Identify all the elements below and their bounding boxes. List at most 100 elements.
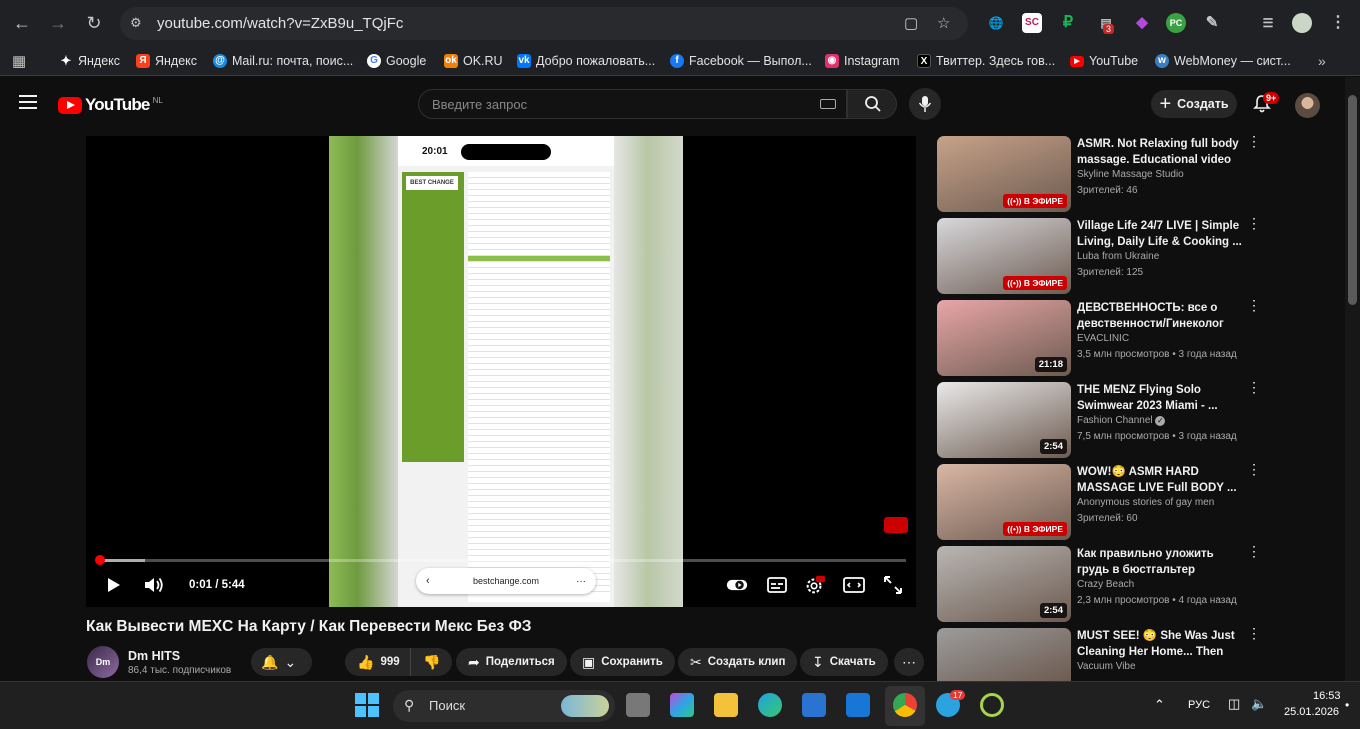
download-button[interactable]: ↧ Скачать: [800, 648, 888, 676]
menu-kebab-icon[interactable]: ⋮: [1328, 13, 1348, 33]
channel-name[interactable]: Dm HITS: [128, 649, 180, 663]
m365-icon[interactable]: [670, 693, 694, 717]
recommended-channel[interactable]: Anonymous stories of gay men: [1077, 497, 1214, 508]
chrome-icon[interactable]: [893, 693, 917, 717]
bookmark-star-icon[interactable]: ☆: [937, 14, 950, 32]
recommended-channel[interactable]: Fashion Channel ✓: [1077, 415, 1166, 426]
video-player[interactable]: 20:01 BEST CHANGE ‹ bestchange.com ··· 0…: [86, 136, 916, 607]
bookmark-ok[interactable]: ok OK.RU: [444, 53, 503, 69]
bookmark-google[interactable]: G Google: [367, 53, 426, 69]
app-ring-icon[interactable]: [980, 693, 1004, 717]
recommended-channel[interactable]: EVACLINIC: [1077, 333, 1129, 344]
search-input[interactable]: Введите запрос: [418, 89, 847, 119]
reload-icon[interactable]: ↻: [83, 12, 105, 34]
video-thumbnail[interactable]: 21:18: [937, 300, 1071, 376]
fullscreen-icon[interactable]: [882, 574, 904, 596]
more-vertical-icon[interactable]: ⋮: [1247, 544, 1261, 558]
recommended-title[interactable]: Village Life 24/7 LIVE | Simple Living, …: [1077, 218, 1245, 250]
share-button[interactable]: ➦ Поделиться: [456, 648, 567, 676]
subscription-bell-button[interactable]: 🔔 ⌄: [251, 648, 312, 676]
network-icon[interactable]: ◫: [1228, 696, 1240, 712]
like-button[interactable]: 👍 999: [345, 648, 410, 676]
forward-icon[interactable]: →: [47, 12, 69, 34]
recommended-video[interactable]: 21:18 ДЕВСТВЕННОСТЬ: все о девственности…: [937, 298, 1267, 378]
puzzle-extensions-icon[interactable]: ✎: [1202, 13, 1222, 33]
progress-scrubber-handle[interactable]: [95, 555, 105, 565]
channel-avatar[interactable]: Dm: [87, 646, 119, 678]
recommended-channel[interactable]: Crazy Beach: [1077, 579, 1134, 590]
clip-button[interactable]: ✂ Создать клип: [678, 648, 798, 676]
address-bar[interactable]: ⚙ youtube.com/watch?v=ZxB9u_TQjFc ▢ ☆: [120, 7, 968, 40]
notification-center-icon[interactable]: •: [1345, 698, 1349, 712]
more-vertical-icon[interactable]: ⋮: [1247, 626, 1261, 640]
recommended-channel[interactable]: Skyline Massage Studio: [1077, 169, 1184, 180]
search-button[interactable]: [847, 89, 897, 119]
media-control-icon[interactable]: ☰: [1258, 13, 1278, 33]
recommended-title[interactable]: THE MENZ Flying Solo Swimwear 2023 Miami…: [1077, 382, 1245, 414]
voice-search-button[interactable]: [909, 88, 941, 120]
tray-overflow-icon[interactable]: ⌃: [1154, 697, 1165, 713]
speaker-icon[interactable]: 🔈: [1251, 696, 1267, 712]
video-thumbnail[interactable]: ((•)) В ЭФИРЕ: [937, 136, 1071, 212]
pc-extension-icon[interactable]: PC: [1166, 13, 1186, 33]
subtitles-icon[interactable]: [766, 574, 788, 596]
settings-gear-icon[interactable]: [804, 574, 826, 596]
address-url[interactable]: youtube.com/watch?v=ZxB9u_TQjFc: [157, 15, 403, 32]
volume-icon[interactable]: [143, 576, 165, 594]
recommended-title[interactable]: MUST SEE! 😳 She Was Just Cleaning Her Ho…: [1077, 628, 1245, 660]
account-avatar[interactable]: [1295, 93, 1320, 118]
taskbar-search[interactable]: ⚲ Поиск: [393, 690, 615, 722]
language-indicator[interactable]: РУС: [1188, 699, 1210, 711]
autoplay-toggle-icon[interactable]: [726, 574, 748, 596]
site-info-icon[interactable]: ⚙: [130, 15, 146, 31]
bookmark-yandex-1[interactable]: ✦ Яндекс: [59, 53, 121, 69]
bookmark-webmoney[interactable]: w WebMoney — сист...: [1155, 53, 1291, 69]
more-vertical-icon[interactable]: ⋮: [1247, 298, 1261, 312]
apps-grid-icon[interactable]: ▦: [12, 53, 26, 70]
recommended-video[interactable]: 2:54 Как правильно уложить грудь в бюстг…: [937, 544, 1267, 624]
bookmark-youtube[interactable]: ▶ YouTube: [1070, 53, 1138, 69]
page-scrollbar[interactable]: [1345, 77, 1360, 681]
bookmark-vk[interactable]: vk Добро пожаловать...: [517, 53, 655, 69]
video-thumbnail[interactable]: 2:54: [937, 546, 1071, 622]
outlook-icon[interactable]: [846, 693, 870, 717]
keyboard-icon[interactable]: [820, 99, 836, 109]
profile-icon[interactable]: [1292, 13, 1312, 33]
recommended-video[interactable]: MUST SEE! 😳 She Was Just Cleaning Her Ho…: [937, 626, 1267, 681]
more-vertical-icon[interactable]: ⋮: [1247, 134, 1261, 148]
save-button[interactable]: ▣ Сохранить: [570, 648, 675, 676]
recommended-title[interactable]: WOW!😳 ASMR HARD MASSAGE LIVE Full BODY .…: [1077, 464, 1245, 496]
recommended-video[interactable]: ((•)) В ЭФИРЕ Village Life 24/7 LIVE | S…: [937, 216, 1267, 296]
ruble-extension-icon[interactable]: ₽: [1058, 13, 1078, 33]
windows-start-icon[interactable]: [355, 693, 379, 717]
create-button[interactable]: + Создать: [1151, 90, 1237, 118]
guide-menu-icon[interactable]: [19, 95, 37, 109]
more-vertical-icon[interactable]: ⋮: [1247, 216, 1261, 230]
recommended-video[interactable]: ((•)) В ЭФИРЕ WOW!😳 ASMR HARD MASSAGE LI…: [937, 462, 1267, 542]
video-thumbnail[interactable]: ((•)) В ЭФИРЕ: [937, 218, 1071, 294]
edge-icon[interactable]: [758, 693, 782, 717]
progress-bar[interactable]: [96, 559, 906, 562]
recommended-video[interactable]: ((•)) В ЭФИРЕ ASMR. Not Relaxing full bo…: [937, 134, 1267, 214]
bookmark-mailru[interactable]: @ Mail.ru: почта, поис...: [213, 53, 353, 69]
file-explorer-icon[interactable]: [714, 693, 738, 717]
install-app-icon[interactable]: ▢: [904, 14, 918, 32]
more-vertical-icon[interactable]: ⋮: [1247, 380, 1261, 394]
recommended-title[interactable]: ДЕВСТВЕННОСТЬ: все о девственности/Гинек…: [1077, 300, 1245, 332]
recommended-video[interactable]: 2:54 THE MENZ Flying Solo Swimwear 2023 …: [937, 380, 1267, 460]
bookmark-instagram[interactable]: ◉ Instagram: [825, 53, 900, 69]
clock-date[interactable]: 25.01.2026: [1284, 706, 1339, 718]
youtube-logo[interactable]: YouTube NL: [58, 95, 163, 115]
bookmark-facebook[interactable]: f Facebook — Выпол...: [670, 53, 812, 69]
video-thumbnail[interactable]: 2:54: [937, 382, 1071, 458]
sc-extension-icon[interactable]: SC: [1022, 13, 1042, 33]
dislike-button[interactable]: 👎: [410, 648, 453, 676]
play-icon[interactable]: [105, 577, 121, 593]
more-actions-button[interactable]: ⋯: [894, 648, 924, 676]
store-icon[interactable]: [802, 693, 826, 717]
recommended-title[interactable]: Как правильно уложить грудь в бюстгальте…: [1077, 546, 1245, 578]
bookmark-yandex-2[interactable]: Я Яндекс: [136, 53, 197, 69]
clock-time[interactable]: 16:53: [1313, 690, 1341, 702]
back-icon[interactable]: ←: [11, 12, 33, 34]
recommended-channel[interactable]: Luba from Ukraine: [1077, 251, 1159, 262]
